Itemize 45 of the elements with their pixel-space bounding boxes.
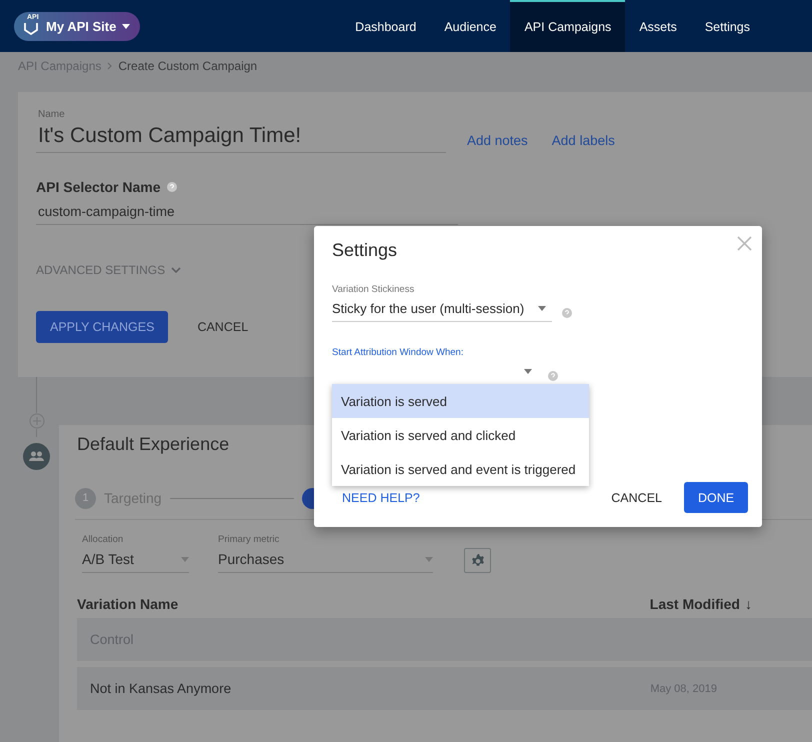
- help-icon: [562, 308, 572, 318]
- chevron-down-icon: [171, 267, 182, 273]
- dialog-title: Settings: [332, 240, 398, 261]
- column-header[interactable]: Last Modified ↓: [650, 596, 752, 612]
- gear-icon: [470, 552, 486, 568]
- cancel-button[interactable]: CANCEL: [605, 490, 668, 506]
- done-button[interactable]: DONE: [684, 482, 748, 513]
- nav-tab[interactable]: Settings: [690, 0, 764, 52]
- settings-button[interactable]: [464, 548, 491, 573]
- name-field[interactable]: It's Custom Campaign Time!: [36, 120, 446, 153]
- chevron-right-icon: [107, 62, 112, 70]
- dropdown-option[interactable]: Variation is served and event is triggered: [332, 452, 589, 486]
- select-field[interactable]: Purchases: [218, 545, 433, 573]
- nav-tab[interactable]: Dashboard: [341, 0, 430, 52]
- caret-icon: [122, 24, 130, 28]
- column-header: Variation Name: [77, 596, 178, 612]
- field-label: Allocation: [82, 534, 124, 545]
- card-title: Default Experience: [77, 434, 230, 455]
- nav-tab[interactable]: Audience: [430, 0, 510, 52]
- people-icon: [23, 443, 50, 470]
- caret-icon: [524, 368, 532, 374]
- caret-icon: [181, 556, 189, 562]
- link[interactable]: Add labels: [546, 132, 621, 153]
- field-label: Start Attribution Window When:: [332, 347, 464, 358]
- select-field[interactable]: A/B Test: [82, 545, 189, 573]
- dropdown-option[interactable]: Variation is served: [332, 384, 589, 418]
- link[interactable]: Add notes: [461, 132, 534, 153]
- select-field[interactable]: Sticky for the user (multi-session): [332, 295, 552, 322]
- field-label: Variation Stickiness: [332, 284, 416, 295]
- help-icon: [548, 370, 558, 380]
- field-label: Name: [37, 109, 66, 120]
- selector-field[interactable]: custom-campaign-time: [36, 204, 458, 225]
- variation-name: Not in Kansas Anymore: [90, 681, 232, 696]
- field-label: Primary metric: [218, 534, 280, 545]
- help-link[interactable]: NEED HELP?: [342, 490, 420, 504]
- breadcrumb-current: Create Custom Campaign: [118, 59, 258, 73]
- help-icon: [166, 182, 176, 192]
- nav-tab[interactable]: API Campaigns: [510, 0, 626, 52]
- caret-icon: [538, 306, 546, 310]
- dropdown-option[interactable]: Variation is served and clicked: [332, 418, 589, 452]
- nav-tab[interactable]: Assets: [625, 0, 691, 52]
- cancel-button[interactable]: CANCEL: [191, 319, 254, 335]
- field-label: API Selector Name: [36, 179, 160, 195]
- apply-changes-button[interactable]: APPLY CHANGES: [36, 311, 168, 343]
- caret-icon: [425, 556, 433, 562]
